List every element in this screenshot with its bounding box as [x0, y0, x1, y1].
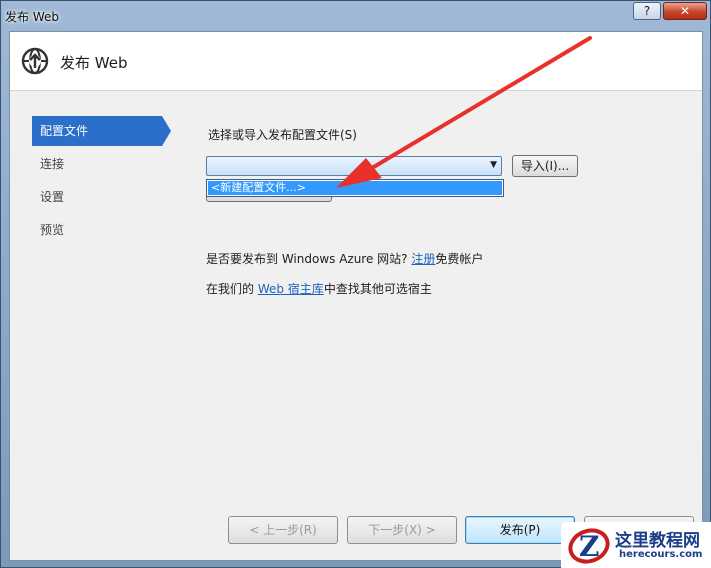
- close-window-button[interactable]: ✕: [663, 2, 707, 20]
- hosting-gallery-text: 在我们的 Web 宿主库中查找其他可选宿主: [206, 280, 432, 297]
- host-text-before: 在我们的: [206, 282, 258, 296]
- publish-button[interactable]: 发布(P): [465, 516, 575, 544]
- dialog-header: 发布 Web: [10, 32, 702, 91]
- help-button[interactable]: ?: [633, 2, 661, 20]
- previous-button[interactable]: < 上一步(R): [228, 516, 338, 544]
- nav-item-settings[interactable]: 设置: [32, 182, 172, 212]
- watermark-subtitle: herecours.com: [619, 549, 703, 560]
- dropdown-arrow-icon[interactable]: ▼: [490, 160, 497, 170]
- select-profile-label: 选择或导入发布配置文件(S): [208, 128, 357, 142]
- svg-text:Z: Z: [579, 530, 599, 563]
- import-button[interactable]: 导入(I)...: [512, 155, 578, 177]
- azure-signup-text: 是否要发布到 Windows Azure 网站? 注册免费帐户: [206, 250, 483, 267]
- azure-text-before: 是否要发布到 Windows Azure 网站?: [206, 252, 412, 266]
- nav-item-connection[interactable]: 连接: [32, 149, 172, 179]
- nav-item-preview[interactable]: 预览: [32, 215, 172, 245]
- nav-item-profile[interactable]: 配置文件: [32, 116, 171, 146]
- web-hosting-gallery-link[interactable]: Web 宿主库: [258, 282, 324, 296]
- watermark-title: 这里教程网: [615, 531, 700, 551]
- title-bar[interactable]: 发布 Web ? ✕: [1, 1, 710, 31]
- profile-combobox[interactable]: ▼: [206, 156, 502, 176]
- site-watermark: Z 这里教程网 herecours.com: [561, 522, 711, 568]
- dialog-content: 发布 Web 配置文件 连接 设置 预览 选择或导入发布配置文件(S) ▼ 导入…: [9, 31, 703, 561]
- azure-text-after: 免费帐户: [435, 252, 484, 266]
- page-title: 发布 Web: [60, 54, 128, 72]
- globe-arrow-icon: [21, 47, 49, 75]
- dropdown-option-new-profile[interactable]: <新建配置文件...>: [208, 181, 502, 195]
- host-text-after: 中查找其他可选宿主: [323, 282, 432, 296]
- wizard-nav: 配置文件 连接 设置 预览: [32, 116, 172, 248]
- publish-web-dialog: 发布 Web ? ✕ 发布 Web 配置文件 连接 设置 预览 选择或导入发布配…: [0, 0, 711, 568]
- watermark-logo: Z: [568, 528, 610, 564]
- next-button[interactable]: 下一步(X) >: [347, 516, 457, 544]
- window-title: 发布 Web: [5, 10, 59, 24]
- register-link[interactable]: 注册: [411, 252, 435, 266]
- profile-dropdown-list: <新建配置文件...>: [206, 179, 504, 197]
